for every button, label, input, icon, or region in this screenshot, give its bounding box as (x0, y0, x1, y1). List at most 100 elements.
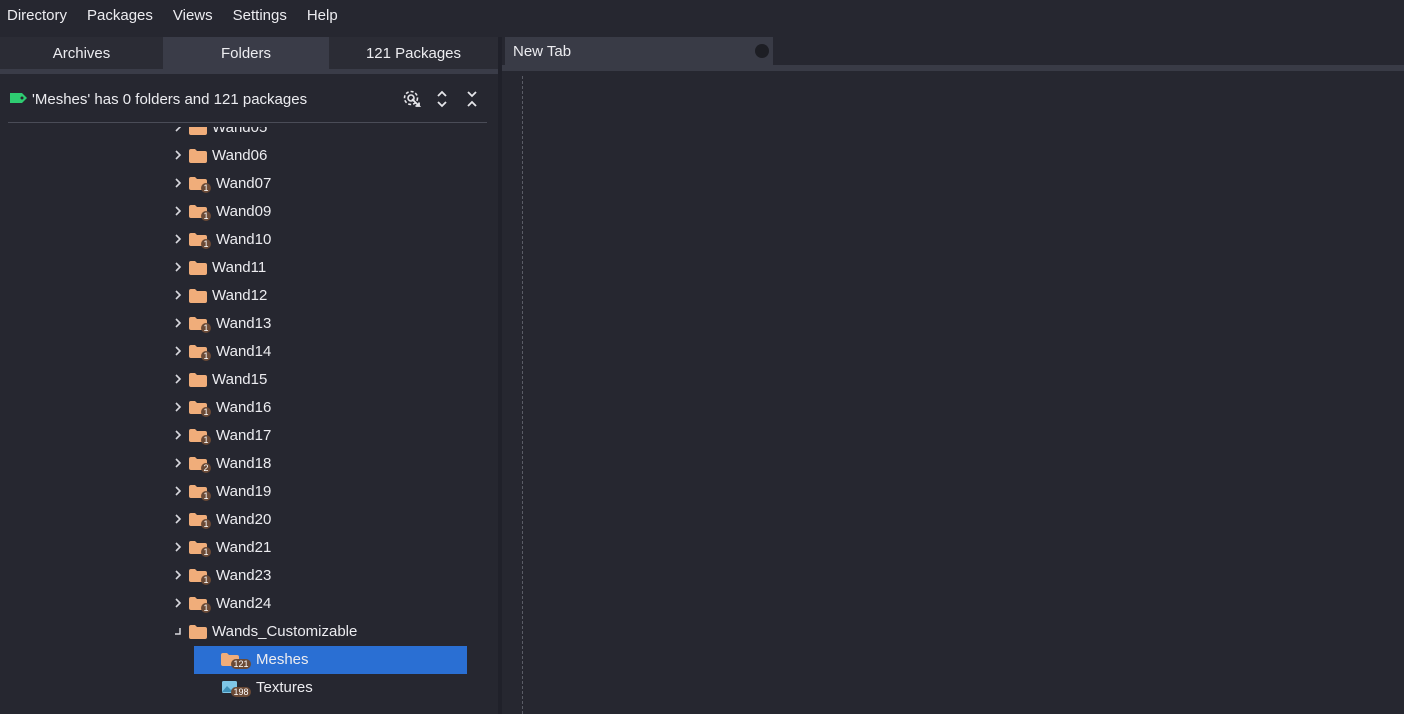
folder-icon: 1 (189, 429, 211, 445)
tree-row[interactable]: 1 Wand13 (0, 310, 498, 338)
close-icon[interactable] (755, 44, 769, 58)
tab-new-tab[interactable]: New Tab (505, 37, 773, 65)
tree-item-label: Wand11 (212, 259, 267, 276)
tree-row[interactable]: 1 Wand19 (0, 478, 498, 506)
folder-icon: 1 (189, 177, 211, 193)
tree-item-label: Wand18 (216, 455, 272, 472)
folder-icon: 1 (189, 485, 211, 501)
menu-settings[interactable]: Settings (226, 7, 297, 24)
chevron-right-icon[interactable] (173, 127, 183, 134)
tree-row[interactable]: 1 Wand10 (0, 226, 498, 254)
menu-bar: Directory Packages Views Settings Help (0, 0, 1404, 30)
chevron-right-icon[interactable] (173, 540, 183, 554)
tree-row[interactable]: 1 Wand23 (0, 562, 498, 590)
chevron-expanded-icon[interactable] (173, 624, 183, 638)
folder-icon (189, 625, 207, 639)
tree-row[interactable]: 1 Wand21 (0, 534, 498, 562)
svg-text:1: 1 (203, 323, 208, 333)
chevron-right-icon[interactable] (173, 456, 183, 470)
tree-item-label: Wand13 (216, 315, 272, 332)
svg-text:1: 1 (203, 211, 208, 221)
tree-row[interactable]: 1 Wand14 (0, 338, 498, 366)
tree-row[interactable]: 121 Meshes (0, 646, 498, 674)
chevron-right-icon[interactable] (173, 484, 183, 498)
tree-row[interactable]: 1 Wand20 (0, 506, 498, 534)
folder-icon (189, 149, 207, 163)
tree-item-label: Wand23 (216, 567, 272, 584)
tree-item-label: Wand15 (212, 371, 268, 388)
chevron-right-icon[interactable] (173, 176, 183, 190)
tab-folders[interactable]: Folders (163, 37, 329, 69)
svg-text:1: 1 (203, 183, 208, 193)
chevron-right-icon[interactable] (173, 148, 183, 162)
svg-text:1: 1 (203, 603, 208, 613)
tree-row[interactable]: Wand11 (0, 254, 498, 282)
chevron-right-icon[interactable] (173, 288, 183, 302)
chevron-right-icon[interactable] (173, 316, 183, 330)
chevron-right-icon[interactable] (173, 400, 183, 414)
separator (8, 122, 487, 123)
folder-icon: 1 (189, 317, 211, 333)
locate-icon[interactable] (402, 89, 422, 109)
menu-directory[interactable]: Directory (0, 7, 77, 24)
tree-row[interactable]: Wand05 (0, 127, 498, 142)
image-folder-icon: 198 (222, 681, 251, 697)
chevron-right-icon[interactable] (173, 344, 183, 358)
tree-item-label: Wand14 (216, 343, 272, 360)
folder-icon: 2 (189, 457, 211, 473)
svg-text:1: 1 (203, 351, 208, 361)
tree-item-label: Wand10 (216, 231, 272, 248)
svg-text:1: 1 (203, 435, 208, 445)
left-tab-bar: Archives Folders 121 Packages (0, 37, 498, 69)
tab-packages[interactable]: 121 Packages (329, 37, 498, 69)
tree-row[interactable]: 1 Wand24 (0, 590, 498, 618)
svg-text:2: 2 (203, 463, 208, 473)
tree-item-label: Wands_Customizable (212, 623, 358, 640)
tree-item-label: Wand09 (216, 203, 272, 220)
menu-packages[interactable]: Packages (80, 7, 163, 24)
tree-item-label: Meshes (256, 651, 309, 668)
chevron-right-icon[interactable] (173, 260, 183, 274)
doc-tab-strip (502, 65, 1404, 71)
menu-views[interactable]: Views (166, 7, 223, 24)
svg-text:121: 121 (233, 659, 248, 669)
tree-row[interactable]: Wand12 (0, 282, 498, 310)
folder-icon (189, 289, 207, 303)
tab-archives[interactable]: Archives (0, 37, 163, 69)
chevron-right-icon[interactable] (173, 512, 183, 526)
chevron-right-icon[interactable] (173, 568, 183, 582)
tree-row[interactable]: 1 Wand17 (0, 422, 498, 450)
folder-icon (189, 261, 207, 275)
folder-icon (189, 373, 207, 387)
tree-row[interactable]: 198 Textures (0, 674, 498, 702)
folder-icon: 1 (189, 569, 211, 585)
svg-text:1: 1 (203, 239, 208, 249)
chevron-right-icon[interactable] (173, 596, 183, 610)
tree-row[interactable]: Wand06 (0, 142, 498, 170)
tree-item-label: Wand17 (216, 427, 272, 444)
chevron-right-icon[interactable] (173, 232, 183, 246)
folder-icon: 1 (189, 345, 211, 361)
tree-row[interactable]: Wands_Customizable (0, 618, 498, 646)
folder-icon: 1 (189, 401, 211, 417)
menu-help[interactable]: Help (300, 7, 348, 24)
tree-item-label: Wand19 (216, 483, 272, 500)
tree-row[interactable]: 2 Wand18 (0, 450, 498, 478)
tree-row[interactable]: 1 Wand09 (0, 198, 498, 226)
tree-item-label: Wand16 (216, 399, 272, 416)
svg-text:1: 1 (203, 547, 208, 557)
status-text: 'Meshes' has 0 folders and 121 packages (32, 91, 308, 108)
chevron-right-icon[interactable] (173, 204, 183, 218)
tree-row[interactable]: 1 Wand16 (0, 394, 498, 422)
editor-guide-line (522, 76, 523, 714)
status-row: 'Meshes' has 0 folders and 121 packages (0, 78, 498, 122)
left-pane: Archives Folders 121 Packages 'Meshes' h… (0, 37, 498, 714)
collapse-all-icon[interactable] (462, 89, 482, 109)
tree-item-label: Wand12 (212, 287, 268, 304)
chevron-right-icon[interactable] (173, 428, 183, 442)
chevron-right-icon[interactable] (173, 372, 183, 386)
tree-row[interactable]: Wand15 (0, 366, 498, 394)
tree-row[interactable]: 1 Wand07 (0, 170, 498, 198)
folder-icon: 1 (189, 597, 211, 613)
expand-all-icon[interactable] (432, 89, 452, 109)
